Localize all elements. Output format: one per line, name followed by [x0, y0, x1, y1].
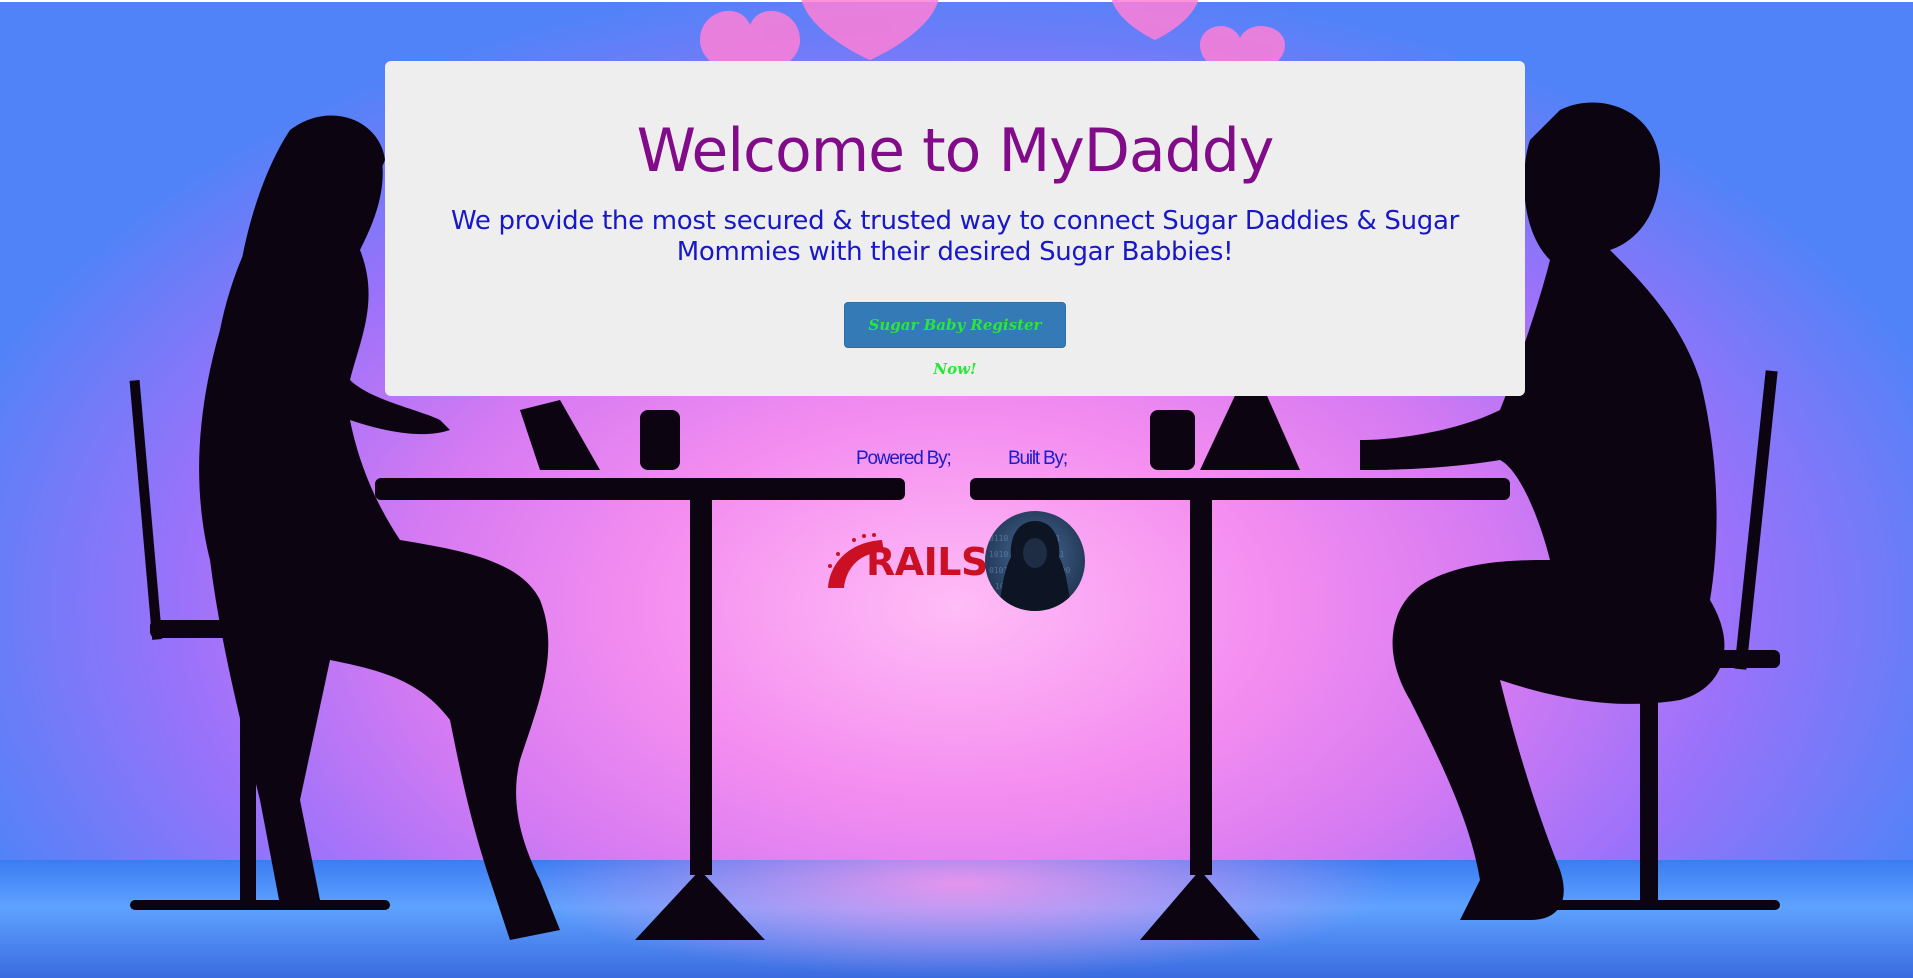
- page-title: Welcome to MyDaddy: [636, 116, 1275, 186]
- heart-3: [1111, 0, 1199, 40]
- rails-logo: RAILS: [824, 532, 988, 592]
- built-by-label: Built By;: [1008, 448, 1068, 469]
- hero-panel: Welcome to MyDaddy We provide the most s…: [385, 61, 1525, 396]
- sugar-baby-register-button[interactable]: Sugar Baby Register Now!: [844, 302, 1066, 378]
- builder-avatar: 0110 1001 1010 0110 1101 0011 0101 1100 …: [985, 511, 1085, 611]
- rails-wordmark: RAILS: [866, 540, 988, 584]
- powered-by-label: Powered By;: [856, 448, 952, 469]
- heart-2: [801, 0, 939, 60]
- laptop-left: [520, 400, 600, 470]
- hooded-hacker-icon: 0110 1001 1010 0110 1101 0011 0101 1100 …: [989, 521, 1071, 611]
- mug-right: [1150, 410, 1195, 470]
- hero-tagline: We provide the most secured & trusted wa…: [450, 206, 1460, 267]
- mug-left: [640, 410, 680, 470]
